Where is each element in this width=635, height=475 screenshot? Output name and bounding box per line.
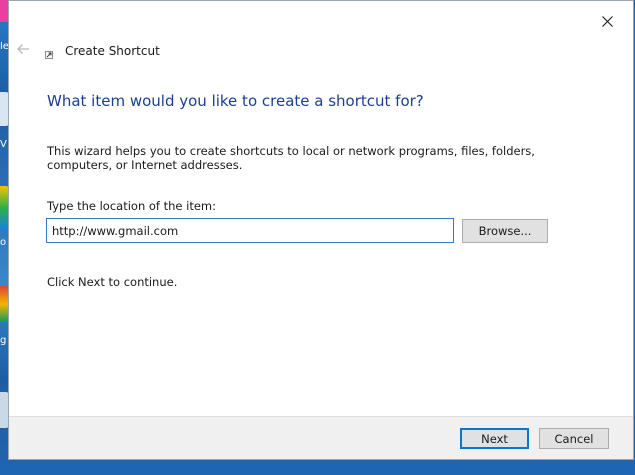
close-icon xyxy=(601,15,613,27)
back-button[interactable] xyxy=(15,41,33,59)
continue-instruction: Click Next to continue. xyxy=(47,275,178,289)
shortcut-icon xyxy=(45,51,53,59)
create-shortcut-window: Create Shortcut What item would you like… xyxy=(8,0,634,460)
back-arrow-icon xyxy=(17,44,29,54)
next-button[interactable]: Next xyxy=(460,428,529,449)
cancel-button[interactable]: Cancel xyxy=(539,428,609,449)
page-heading: What item would you like to create a sho… xyxy=(47,92,424,110)
wizard-title: Create Shortcut xyxy=(65,44,160,58)
location-label: Type the location of the item: xyxy=(47,199,217,213)
close-button[interactable] xyxy=(594,9,620,33)
wizard-footer: Next Cancel xyxy=(9,416,633,459)
browse-button[interactable]: Browse... xyxy=(462,219,548,243)
location-input[interactable] xyxy=(46,218,454,243)
taskbar-edge xyxy=(0,461,635,475)
wizard-description: This wizard helps you to create shortcut… xyxy=(47,144,535,172)
